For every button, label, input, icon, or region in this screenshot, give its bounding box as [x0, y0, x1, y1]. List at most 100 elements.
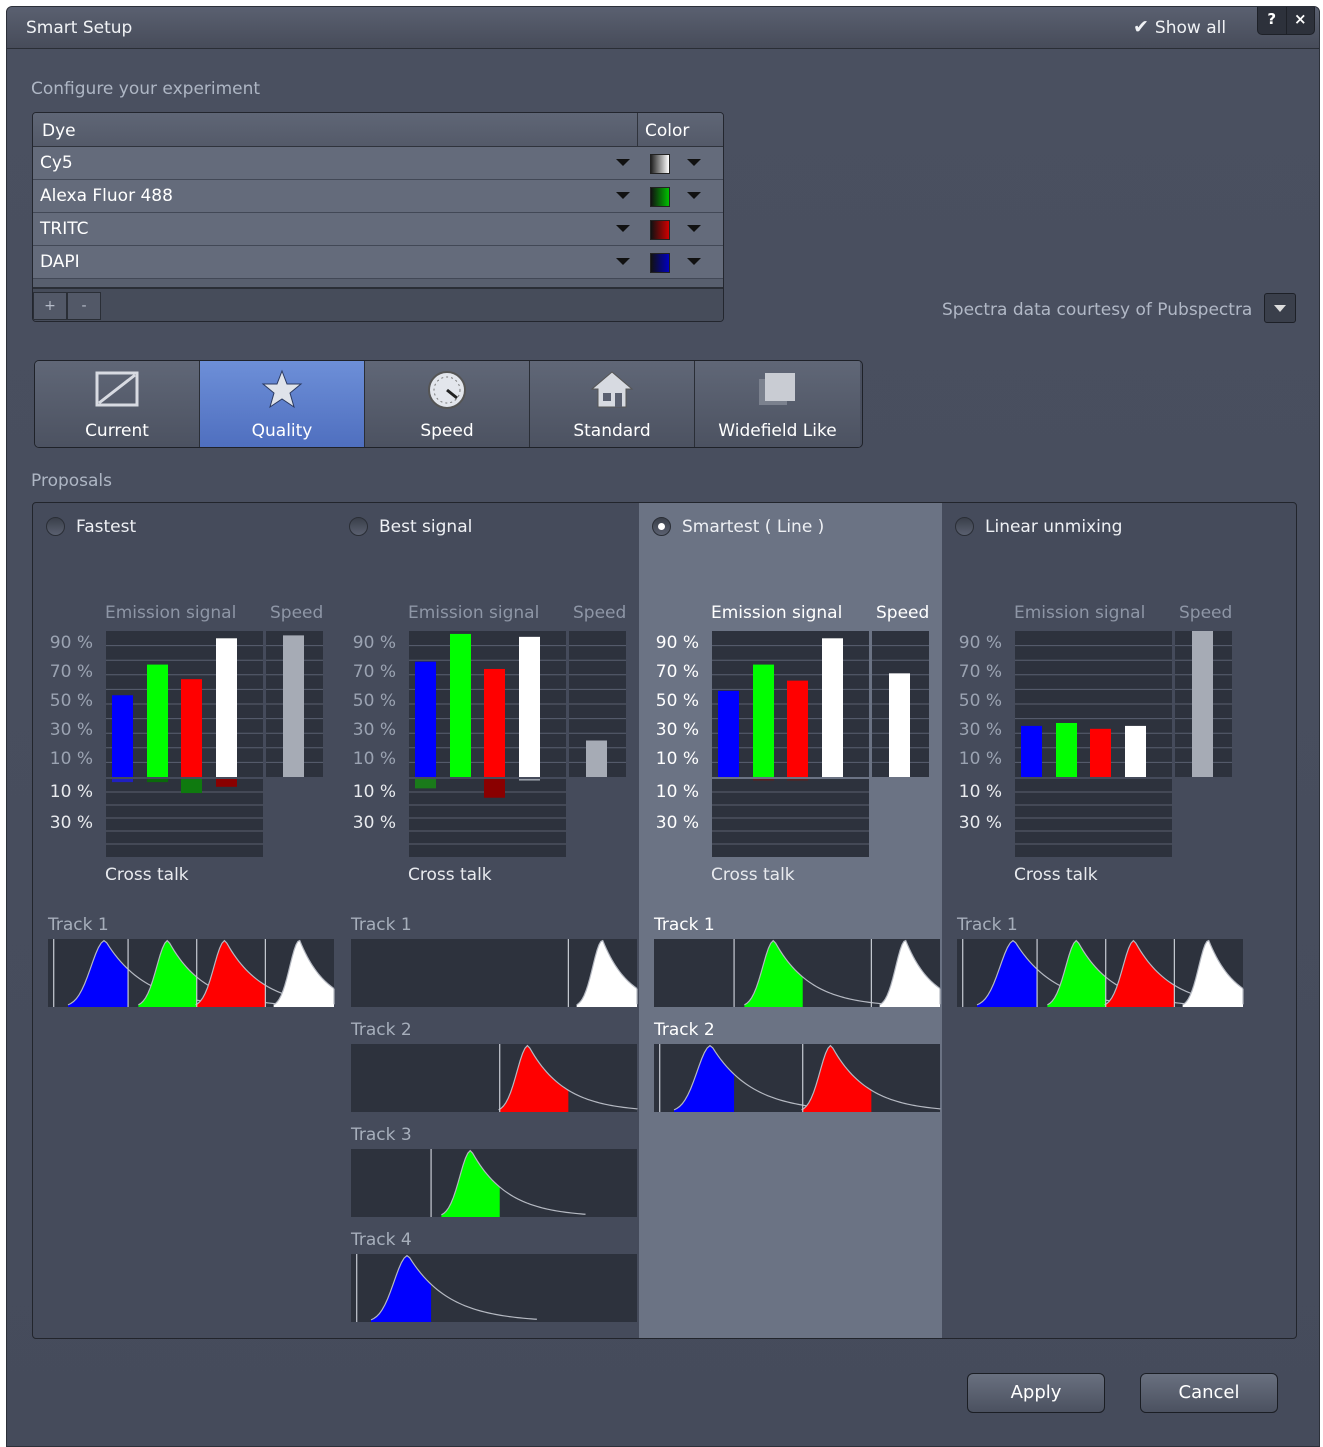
apply-label: Apply [1010, 1382, 1062, 1403]
crosstalk-label: Cross talk [711, 865, 795, 885]
preset-label: Current [85, 421, 149, 441]
proposals-heading: Proposals [31, 471, 113, 491]
stacked-squares-icon [759, 373, 795, 405]
preset-standard[interactable]: Standard [530, 361, 695, 447]
speed-label: Speed [270, 603, 323, 623]
emission-bar [787, 680, 808, 777]
color-swatch [650, 187, 670, 207]
checkmark-icon: ✔ [1133, 16, 1149, 38]
proposal-chart: Emission signal Speed 90 % 70 % 50 % 30 % 10 %… [956, 603, 1244, 1007]
dye-dropdown-icon[interactable] [616, 225, 630, 232]
dye-table-footer: + - [33, 287, 723, 321]
y-tick-label: 70 % [959, 662, 1002, 682]
courtesy-dropdown-button[interactable] [1264, 293, 1296, 323]
y-tick-label: 10 % [959, 749, 1002, 769]
emission-bar [484, 668, 505, 777]
track-label: Track 1 [653, 915, 715, 935]
speed-bar [586, 740, 607, 777]
apply-button[interactable]: Apply [967, 1373, 1105, 1413]
crosstalk-bar [216, 779, 237, 787]
preset-current[interactable]: Current [35, 361, 200, 447]
window-title: Smart Setup [26, 18, 133, 38]
emission-bar [147, 664, 168, 777]
track-label: Track 2 [653, 1020, 715, 1040]
emission-bar [822, 638, 843, 777]
dye-row[interactable]: TRITC [33, 213, 723, 246]
speed-label: Speed [1179, 603, 1232, 623]
chevron-down-icon [1274, 305, 1286, 312]
emission-bar [1056, 722, 1077, 777]
dye-dropdown-icon[interactable] [616, 192, 630, 199]
dye-dropdown-icon[interactable] [616, 258, 630, 265]
emission-signal-label: Emission signal [408, 603, 539, 623]
crosstalk-tick-label: 30 % [656, 813, 699, 833]
close-button[interactable]: × [1287, 7, 1315, 34]
dye-column-header: Dye [42, 121, 76, 141]
y-tick-label: 30 % [656, 720, 699, 740]
color-swatch [650, 220, 670, 240]
crosstalk-label: Cross talk [105, 865, 189, 885]
crosstalk-tick-label: 10 % [656, 782, 699, 802]
help-button[interactable]: ? [1258, 7, 1287, 34]
y-tick-label: 50 % [959, 691, 1002, 711]
preset-label: Standard [573, 421, 651, 441]
preset-label: Widefield Like [718, 421, 837, 441]
add-dye-button[interactable]: + [33, 292, 67, 320]
color-dropdown-icon[interactable] [687, 225, 701, 232]
proposals-panel: Fastest Emission signal Speed 90 % 70 % 50 % 3… [32, 502, 1297, 1339]
preset-quality[interactable]: Quality [200, 361, 365, 447]
y-tick-label: 70 % [353, 662, 396, 682]
track-label: Track 1 [956, 915, 1018, 935]
color-swatch [650, 253, 670, 273]
y-tick-label: 50 % [353, 691, 396, 711]
y-tick-label: 10 % [50, 749, 93, 769]
dye-name: Alexa Fluor 488 [40, 186, 173, 206]
show-all-toggle[interactable]: ✔ Show all [1133, 16, 1226, 38]
track-label: Track 2 [350, 1020, 412, 1040]
crosstalk-bar [112, 779, 133, 783]
crosstalk-tick-label: 30 % [353, 813, 396, 833]
y-tick-label: 50 % [656, 691, 699, 711]
emission-bar [519, 636, 540, 777]
proposal-column: Fastest Emission signal Speed 90 % 70 % 50 % 3… [33, 503, 336, 1338]
window-buttons: ? × [1257, 7, 1315, 35]
crosstalk-bar [181, 779, 202, 794]
proposal-column: Best signal Emission signal Speed 90 % 70 % 5… [336, 503, 639, 1338]
track-label: Track 1 [350, 915, 412, 935]
preset-toolbar: Current Quality Speed Standard Widefield Lik… [34, 360, 863, 448]
color-dropdown-icon[interactable] [687, 159, 701, 166]
cancel-button[interactable]: Cancel [1140, 1373, 1278, 1413]
proposal-column: Linear unmixing Emission signal Speed 90 % 7… [942, 503, 1296, 1338]
preset-speed[interactable]: Speed [365, 361, 530, 447]
y-tick-label: 90 % [656, 633, 699, 653]
preset-widefield-like[interactable]: Widefield Like [695, 361, 860, 447]
emission-bar [415, 661, 436, 777]
color-dropdown-icon[interactable] [687, 258, 701, 265]
emission-signal-label: Emission signal [1014, 603, 1145, 623]
emission-bar [1125, 725, 1146, 777]
dye-name: Cy5 [40, 153, 73, 173]
track-label: Track 3 [350, 1125, 412, 1145]
crosstalk-tick-label: 30 % [959, 813, 1002, 833]
dye-row[interactable]: Alexa Fluor 488 [33, 180, 723, 213]
dye-dropdown-icon[interactable] [616, 159, 630, 166]
diagonal-frame-icon [95, 371, 139, 407]
proposal-chart: Emission signal Speed 90 % 70 % 50 % 30 % 10 %… [350, 603, 638, 1322]
crosstalk-bar [484, 779, 505, 798]
dye-table-header: Dye Color [33, 113, 723, 147]
dye-rows: Cy5 Alexa Fluor 488 TRITC DAPI [33, 147, 723, 279]
crosstalk-tick-label: 10 % [353, 782, 396, 802]
emission-signal-label: Emission signal [711, 603, 842, 623]
dye-row[interactable]: Cy5 [33, 147, 723, 180]
dye-row[interactable]: DAPI [33, 246, 723, 279]
track-label: Track 4 [350, 1230, 412, 1250]
proposal-chart: Emission signal Speed 90 % 70 % 50 % 30 % 10 %… [47, 603, 335, 1007]
speed-label: Speed [876, 603, 929, 623]
track-label: Track 1 [47, 915, 109, 935]
remove-dye-button[interactable]: - [67, 292, 101, 320]
crosstalk-tick-label: 10 % [959, 782, 1002, 802]
color-column-header: Color [645, 121, 690, 141]
y-tick-label: 70 % [50, 662, 93, 682]
color-dropdown-icon[interactable] [687, 192, 701, 199]
gauge-icon [428, 371, 466, 409]
